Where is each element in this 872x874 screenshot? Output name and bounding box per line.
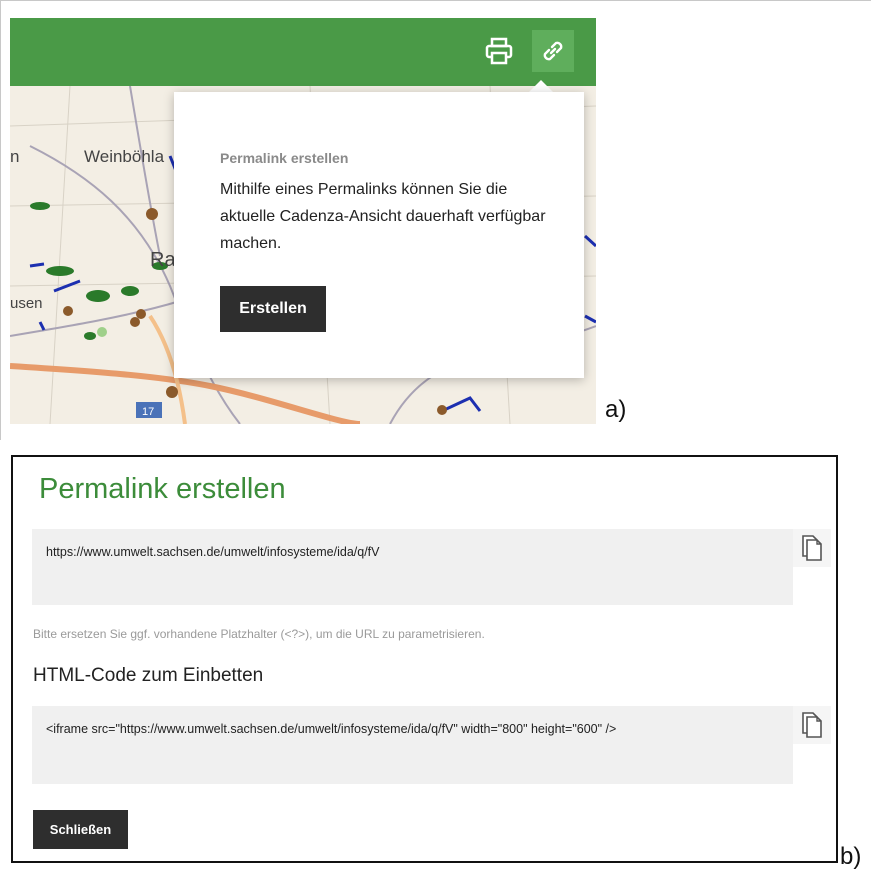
copy-url-button[interactable] bbox=[793, 529, 831, 567]
copy-embed-button[interactable] bbox=[793, 706, 831, 744]
close-button[interactable]: Schließen bbox=[33, 810, 128, 849]
map-toolbar bbox=[10, 18, 596, 86]
permalink-popover: Permalink erstellen Mithilfe eines Perma… bbox=[174, 92, 584, 378]
embed-code-text: <iframe src="https://www.umwelt.sachsen.… bbox=[46, 722, 617, 736]
panel-b-connector bbox=[826, 861, 838, 863]
permalink-dialog: Permalink erstellen https://www.umwelt.s… bbox=[11, 455, 838, 863]
map-label-town1: Weinböhla bbox=[84, 147, 165, 166]
panel-a-label: a) bbox=[605, 396, 627, 423]
embed-heading: HTML-Code zum Einbetten bbox=[33, 665, 264, 686]
placeholder-hint: Bitte ersetzen Sie ggf. vorhandene Platz… bbox=[33, 627, 485, 641]
create-button[interactable]: Erstellen bbox=[220, 286, 326, 332]
road-number: 17 bbox=[142, 406, 154, 418]
permalink-button[interactable] bbox=[532, 30, 574, 72]
dialog-title: Permalink erstellen bbox=[39, 473, 286, 505]
popover-title: Permalink erstellen bbox=[220, 150, 349, 166]
embed-code-field[interactable]: <iframe src="https://www.umwelt.sachsen.… bbox=[32, 706, 793, 784]
map-label-town4: n bbox=[10, 147, 19, 166]
panel-b-label: b) bbox=[840, 843, 862, 870]
popover-text: Mithilfe eines Permalinks können Sie die… bbox=[220, 181, 546, 252]
url-field[interactable]: https://www.umwelt.sachsen.de/umwelt/inf… bbox=[32, 529, 793, 605]
link-icon bbox=[543, 41, 563, 61]
url-text: https://www.umwelt.sachsen.de/umwelt/inf… bbox=[46, 545, 380, 559]
copy-icon bbox=[802, 712, 822, 738]
printer-icon bbox=[485, 37, 513, 65]
print-button[interactable] bbox=[478, 30, 520, 72]
map-label-town3: usen bbox=[10, 295, 43, 312]
copy-icon bbox=[802, 535, 822, 561]
